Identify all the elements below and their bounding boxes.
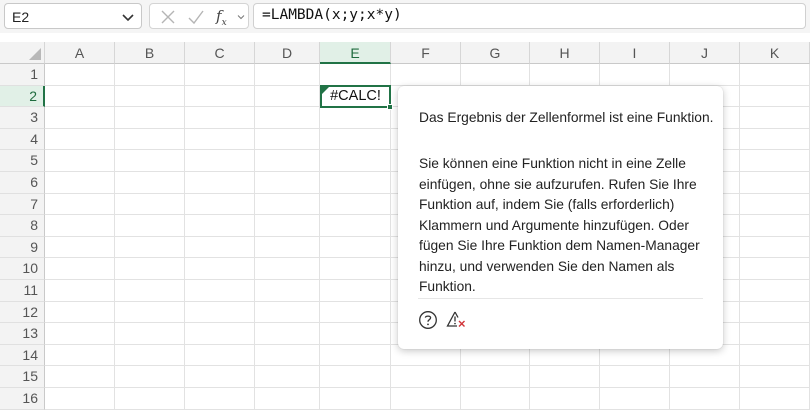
name-box[interactable]: E2 [4, 3, 142, 29]
row-header-9[interactable]: 9 [0, 236, 45, 259]
ignore-error-icon[interactable] [446, 310, 466, 330]
chevron-down-icon[interactable] [237, 13, 245, 21]
column-header-f[interactable]: F [391, 42, 461, 64]
row-gridline [45, 387, 810, 388]
callout-body: Sie können eine Funktion nicht in eine Z… [419, 156, 700, 294]
row-gridline [45, 365, 810, 367]
active-cell-E2[interactable]: #CALC! [320, 85, 391, 108]
formula-input[interactable]: =LAMBDA(x;y;x*y) [253, 3, 806, 29]
column-header-i[interactable]: I [600, 42, 670, 64]
row-header-13[interactable]: 13 [0, 323, 45, 345]
column-header-c[interactable]: C [185, 42, 255, 64]
help-icon[interactable] [418, 310, 438, 330]
name-box-value: E2 [12, 9, 30, 25]
row-header-14[interactable]: 14 [0, 344, 45, 367]
row-header-6[interactable]: 6 [0, 172, 45, 194]
formula-bar: E2 fx =LAMBDA(x;y;x*y) [0, 0, 810, 33]
column-header-k[interactable]: K [740, 42, 810, 64]
row-header-16[interactable]: 16 [0, 388, 45, 410]
column-header-j[interactable]: J [670, 42, 740, 64]
cancel-icon[interactable] [159, 8, 177, 26]
row-header-12[interactable]: 12 [0, 301, 45, 324]
enter-check-icon[interactable] [187, 8, 205, 26]
column-header-b[interactable]: B [115, 42, 185, 64]
row-header-7[interactable]: 7 [0, 193, 45, 216]
row-header-8[interactable]: 8 [0, 215, 45, 237]
row-header-15[interactable]: 15 [0, 366, 45, 388]
column-gridline [184, 64, 185, 410]
row-header-2[interactable]: 2 [0, 85, 45, 108]
column-gridline [319, 64, 320, 410]
row-gridline [45, 408, 810, 410]
row-header-4[interactable]: 4 [0, 128, 45, 151]
select-all-triangle-icon [29, 48, 41, 60]
active-cell-value: #CALC! [330, 88, 381, 104]
row-header-3[interactable]: 3 [0, 107, 45, 129]
insert-function-icon[interactable]: fx [216, 7, 227, 28]
row-header-11[interactable]: 11 [0, 280, 45, 302]
column-header-a[interactable]: A [45, 42, 115, 64]
column-header-e[interactable]: E [320, 42, 391, 64]
row-header-5[interactable]: 5 [0, 150, 45, 172]
callout-title: Das Ergebnis der Zellenformel ist eine F… [419, 110, 714, 125]
fill-handle[interactable] [387, 104, 393, 110]
select-all-corner[interactable] [0, 42, 45, 64]
column-gridline [390, 64, 391, 410]
callout-divider [418, 298, 703, 299]
column-gridline [739, 64, 740, 410]
row-header-1[interactable]: 1 [0, 64, 45, 86]
column-header-d[interactable]: D [255, 42, 320, 64]
column-header-g[interactable]: G [461, 42, 530, 64]
formula-actions: fx [149, 3, 249, 29]
formula-text: =LAMBDA(x;y;x*y) [262, 7, 402, 23]
fx-sub: x [221, 18, 227, 28]
error-callout: Das Ergebnis der Zellenformel ist eine F… [398, 86, 723, 349]
column-gridline [114, 64, 115, 410]
row-header-10[interactable]: 10 [0, 258, 45, 280]
column-gridline [254, 64, 255, 410]
column-header-h[interactable]: H [530, 42, 600, 64]
chevron-down-icon[interactable] [121, 10, 135, 24]
